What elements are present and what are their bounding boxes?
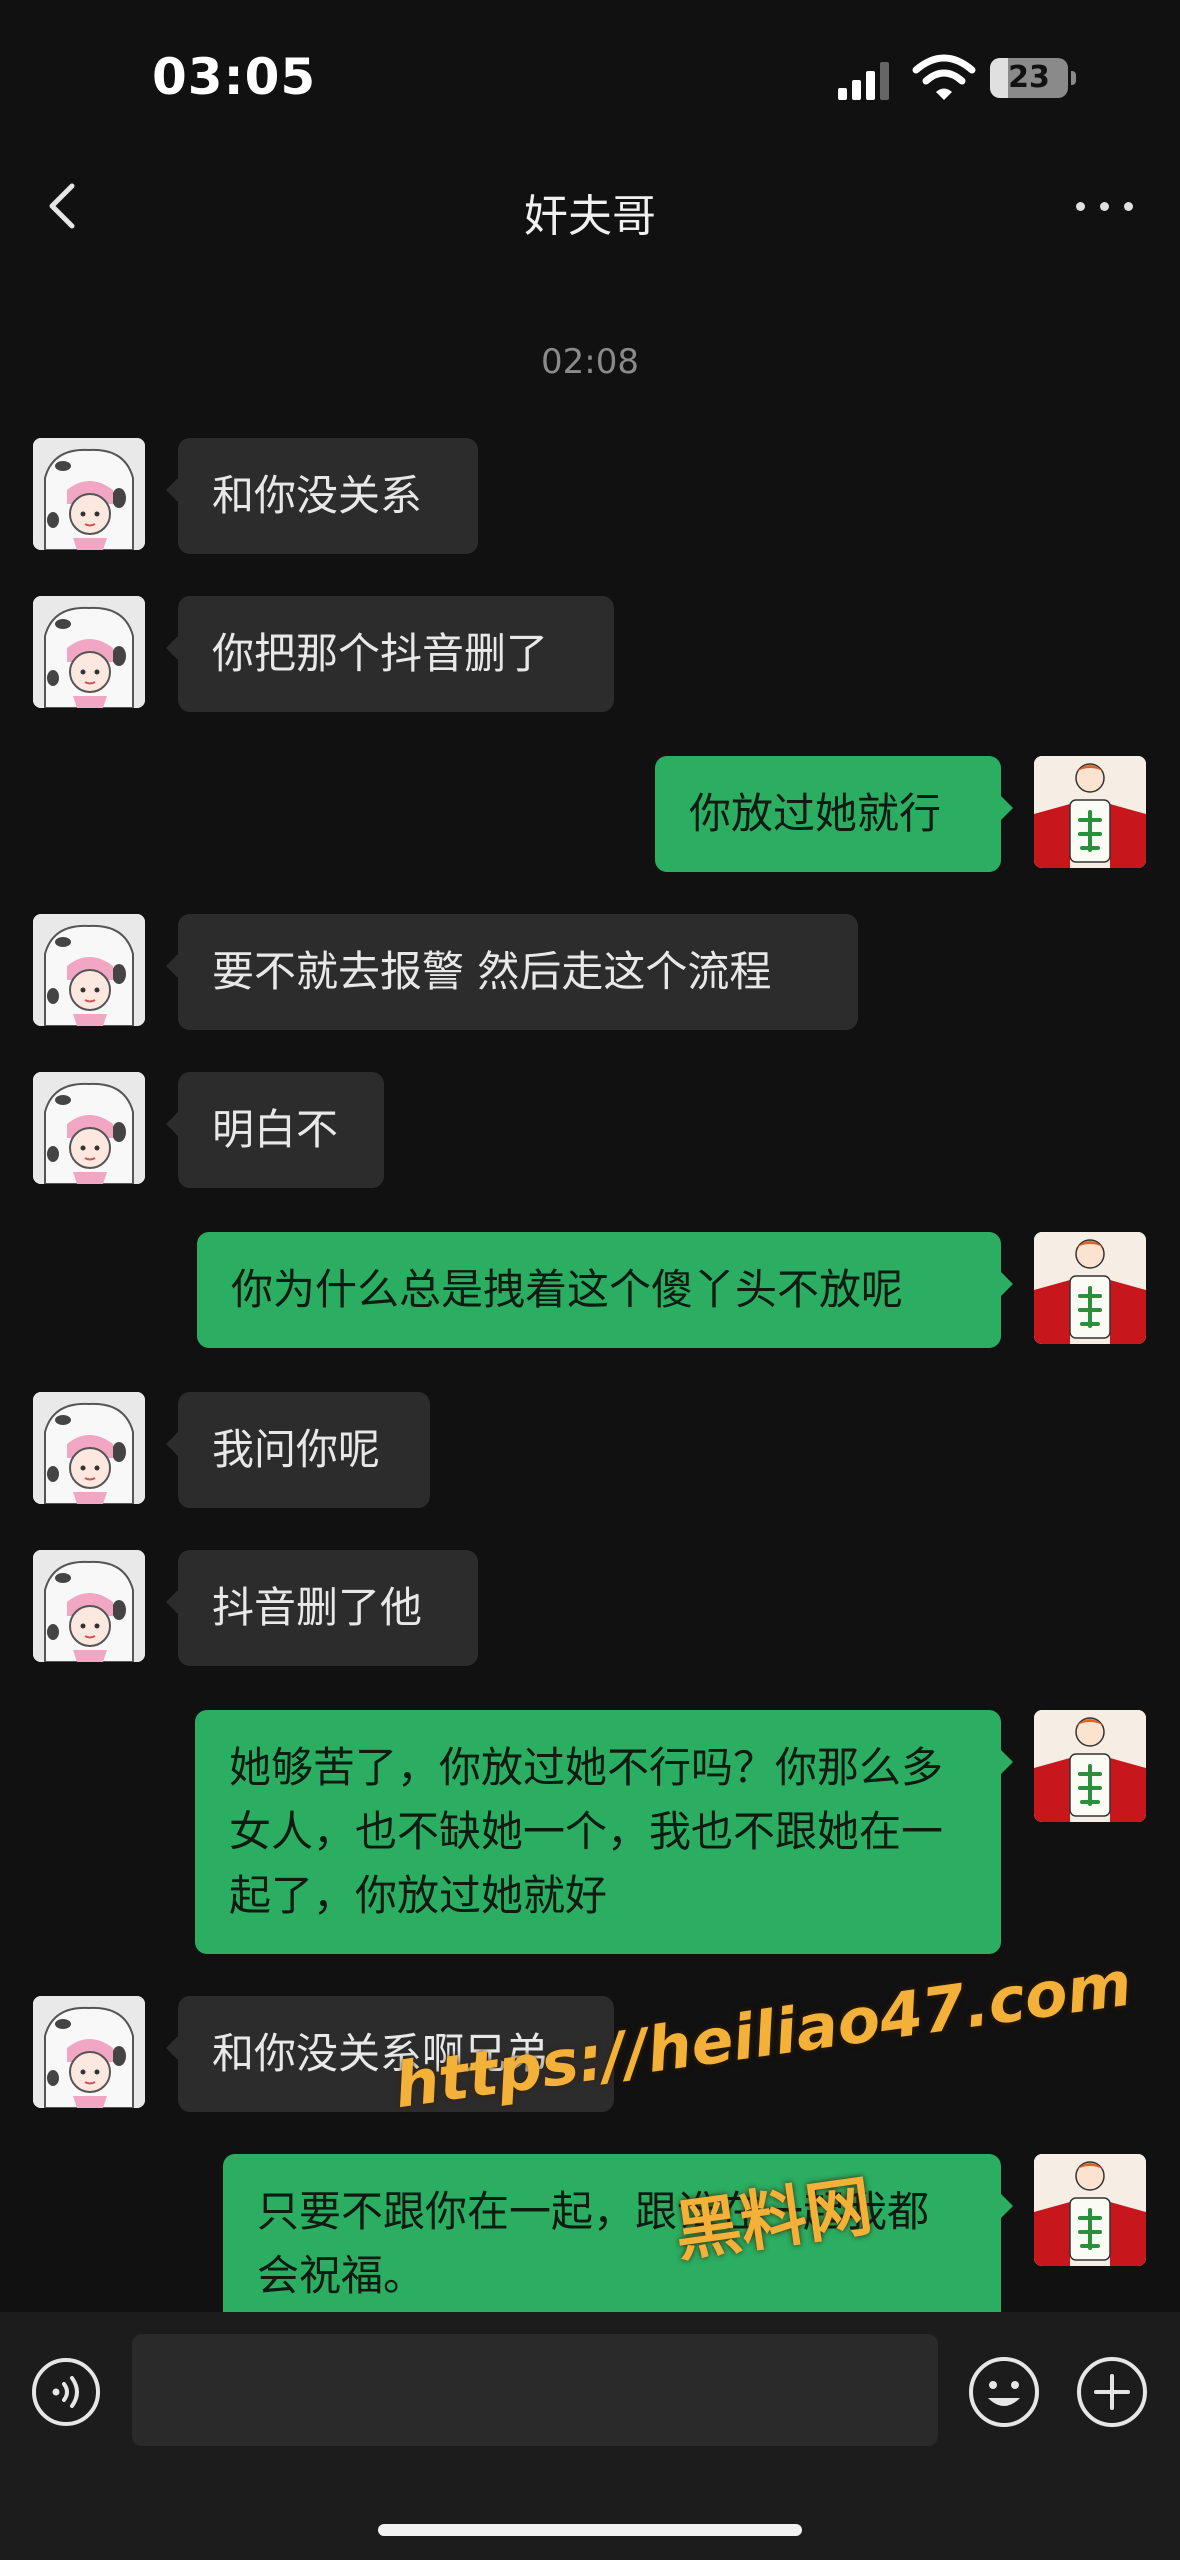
status-time: 03:05 (152, 48, 317, 106)
chat-timestamp: 02:08 (541, 342, 639, 382)
incoming-message-bubble[interactable]: 和你没关系 (166, 438, 478, 554)
cow-girl-avatar-icon (33, 1072, 145, 1184)
chat-title: 奸夫哥 (524, 191, 656, 242)
avatar[interactable] (33, 1392, 145, 1504)
cow-girl-avatar-icon (33, 596, 145, 708)
incoming-message-bubble[interactable]: 抖音删了他 (166, 1550, 478, 1666)
fortune-tile-avatar-icon (1034, 756, 1146, 868)
status-bar: 03:05 23 (0, 0, 1180, 150)
outgoing-message-bubble[interactable]: 她够苦了，你放过她不行吗？你那么多女人，也不缺她一个，我也不跟她在一起了，你放过… (195, 1710, 1013, 1954)
battery-icon: 23 (990, 58, 1078, 100)
avatar[interactable] (1034, 2154, 1146, 2266)
avatar[interactable] (1034, 1710, 1146, 1822)
outgoing-message-bubble[interactable]: 只要不跟你在一起，跟谁在一起我都会祝福。 (223, 2154, 1013, 2334)
incoming-message-bubble[interactable]: 我问你呢 (166, 1392, 430, 1508)
battery-body: 23 (990, 58, 1068, 98)
input-bar (0, 2312, 1180, 2560)
voice-icon[interactable] (30, 2356, 102, 2428)
nav-bar: 奸夫哥 (0, 150, 1180, 270)
wifi-icon (912, 54, 976, 100)
fortune-tile-avatar-icon (1034, 1232, 1146, 1344)
outgoing-message-bubble[interactable]: 你为什么总是拽着这个傻丫头不放呢 (197, 1232, 1013, 1348)
avatar[interactable] (33, 914, 145, 1026)
battery-tip (1071, 71, 1076, 85)
fortune-tile-avatar-icon (1034, 2154, 1146, 2266)
cow-girl-avatar-icon (33, 914, 145, 1026)
avatar[interactable] (33, 1072, 145, 1184)
signal-icon (838, 62, 889, 100)
home-indicator[interactable] (378, 2524, 802, 2536)
cow-girl-avatar-icon (33, 1392, 145, 1504)
battery-level: 23 (1008, 60, 1050, 95)
incoming-message-bubble[interactable]: 明白不 (166, 1072, 384, 1188)
emoji-icon[interactable] (966, 2354, 1042, 2430)
avatar[interactable] (33, 438, 145, 550)
more-dots-icon[interactable] (1070, 180, 1140, 230)
plus-icon[interactable] (1074, 2354, 1150, 2430)
chat-screen: 03:05 23 奸夫哥 02:08 和你没关系 你把那个抖音删了 你放过她就行… (0, 0, 1180, 2560)
avatar[interactable] (33, 1550, 145, 1662)
avatar[interactable] (33, 1996, 145, 2108)
message-input[interactable] (132, 2334, 938, 2446)
watermark-url: https://heiliao47.com (390, 1946, 1136, 2123)
avatar[interactable] (1034, 1232, 1146, 1344)
cow-girl-avatar-icon (33, 1996, 145, 2108)
outgoing-message-bubble[interactable]: 你放过她就行 (655, 756, 1013, 872)
cow-girl-avatar-icon (33, 1550, 145, 1662)
fortune-tile-avatar-icon (1034, 1710, 1146, 1822)
avatar[interactable] (1034, 756, 1146, 868)
incoming-message-bubble[interactable]: 你把那个抖音删了 (166, 596, 614, 712)
avatar[interactable] (33, 596, 145, 708)
incoming-message-bubble[interactable]: 要不就去报警 然后走这个流程 (166, 914, 858, 1030)
cow-girl-avatar-icon (33, 438, 145, 550)
